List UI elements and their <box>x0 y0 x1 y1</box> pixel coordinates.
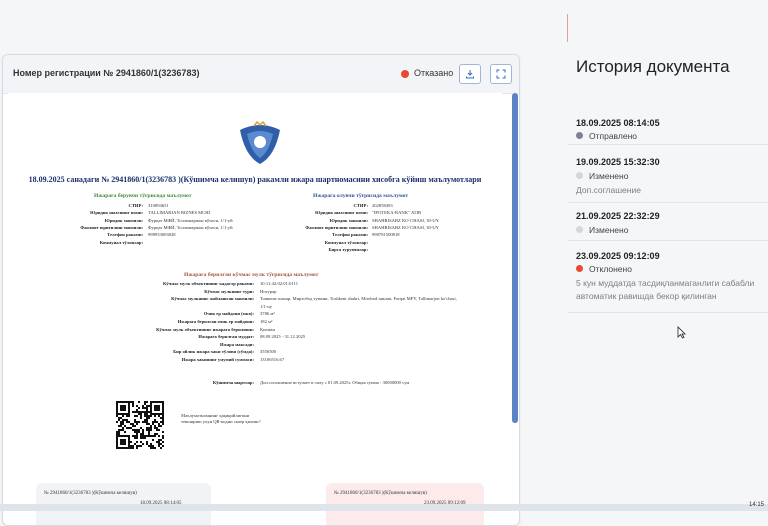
info-value: "IPOTEKA-BANK" ATIB <box>372 210 422 216</box>
card-title: № 2941860/1(3236783 )(Кўшимча келишув) <box>334 491 427 496</box>
info-label: Кўчмас мулкнинг жойлашган манзили: <box>171 296 254 302</box>
info-label: Очик ер майдони (мкв): <box>203 311 254 317</box>
info-label: Фаолият юритилиш манзили: <box>305 224 368 230</box>
info-value: 310894651 <box>148 203 169 208</box>
mouse-cursor-icon <box>677 326 686 339</box>
history-date: 23.09.2025 09:12:09 <box>576 251 660 261</box>
info-value: 998781500818 <box>372 232 400 238</box>
info-label: Кўчмас мулк объектининг кадастр раками: <box>163 281 254 286</box>
history-title: История документа <box>576 57 730 76</box>
registration-title: Номер регистрации № 2941860/1(3236783) <box>13 68 200 78</box>
history-item: 23.09.2025 09:12:09 Отклонено 5 кун мудд… <box>568 240 768 313</box>
status-dot <box>576 132 583 139</box>
info-label: СТИР: <box>353 203 368 208</box>
expand-icon <box>496 69 506 79</box>
extra-terms-value: Доп.соглашение вступает в силу с 01.09.2… <box>260 380 410 385</box>
info-label: Ижарага берилган муддат: <box>198 334 254 340</box>
info-value: 1/1-uy <box>260 303 272 309</box>
extra-terms-label: Кўшимча шартлар: <box>212 380 254 385</box>
info-value: 3550500 <box>260 349 277 355</box>
top-divider <box>567 14 568 42</box>
info-label: Кўчмас мулк объектининг ижарага берилиши… <box>156 326 254 332</box>
download-button[interactable] <box>459 64 481 84</box>
document-page: 18.09.2025 санадаги № 2941860/1(3236783 … <box>8 93 502 525</box>
info-value: SHAHRISABZ KO`CHASI, 30-UY <box>372 224 439 230</box>
history-item: 21.09.2025 22:32:29 Изменено <box>568 202 768 241</box>
info-value: 13106516.67 <box>260 357 285 362</box>
info-label: Кўчмас мулкнинг тури: <box>204 288 254 294</box>
document-scrollbar[interactable] <box>512 93 518 423</box>
history-note: Доп.соглашение <box>576 185 641 195</box>
history-item: 18.09.2025 08:14:05 Отправлено <box>568 108 768 145</box>
info-value: 998953003828 <box>148 232 176 238</box>
status-dot <box>576 265 583 272</box>
history-item: 19.09.2025 15:32:30 Изменено Доп.соглаше… <box>568 144 768 203</box>
info-label: Коммунал тўловлар: <box>324 239 368 245</box>
history-date: 18.09.2025 08:14:05 <box>576 118 660 128</box>
qr-caption: Маълумотномнинг ҳақиқийлигини текшириш у… <box>181 413 261 424</box>
info-value: TALLIMARJAN BIZNES MCHJ <box>148 210 211 216</box>
info-value: 202858493 <box>372 203 393 208</box>
taskbar-clock: 14:15 <box>748 502 764 508</box>
download-icon <box>466 70 474 79</box>
info-label: Юридик манзили: <box>329 217 368 223</box>
info-label: Юридик шахснинг номи: <box>315 210 368 216</box>
info-label: Бир ойлик ижара хаки тўлови (сўмда): <box>173 349 254 355</box>
panel-header: Номер регистрации № 2941860/1(3236783) О… <box>3 55 519 94</box>
card-title: № 2941860/1(3236783 )(Кўшимча келишув) <box>44 491 137 496</box>
history-note: 5 кун муддатда тасдиқланмаганлиги сабабл… <box>576 278 755 301</box>
status-dot <box>576 226 583 233</box>
qr-code <box>116 401 164 449</box>
info-label: Фаолият юритилиш манзили: <box>80 224 143 230</box>
history-status: Изменено <box>589 171 629 181</box>
scrollbar-thumb[interactable] <box>512 93 518 423</box>
history-date: 21.09.2025 22:32:29 <box>576 211 660 221</box>
property-section-title: Ижарага берилган кўчмас мулк тўғрисида м… <box>184 272 319 278</box>
info-value: 08.09.2025 - 31.12.2025 <box>260 334 306 340</box>
info-label: СТИР: <box>128 203 143 208</box>
info-label: Коммунал тўловлар: <box>99 239 143 245</box>
info-value: 10:11:42:02:01:0111 <box>260 281 299 286</box>
document-title: 18.09.2025 санадаги № 2941860/1(3236783 … <box>28 175 482 184</box>
status-dot <box>401 70 409 78</box>
info-value: 182 м² <box>260 319 273 324</box>
info-value: Тошкент шахар, Мирзобод тумани, Toshkent… <box>260 296 457 302</box>
taskbar: 14:15 <box>0 502 768 511</box>
history-date: 19.09.2025 15:32:30 <box>576 157 660 167</box>
lessee-section-title: Ижарага олувчи тўғрисида маълумот <box>313 193 409 199</box>
info-label: Юридик шахснинг номи: <box>90 210 143 216</box>
info-label: Ижарага берилган очик ер майдони: <box>177 319 254 324</box>
info-value: Қисман <box>260 326 275 332</box>
lessor-section-title: Ижарага берувчи тўғрисида маълумот <box>94 193 192 199</box>
history-status: Отправлено <box>589 131 637 141</box>
info-label: Бирга турувчилар: <box>328 246 368 252</box>
info-label: Ижара максади: <box>219 341 254 347</box>
info-value: SHAHRISABZ KO`CHASI, 30-UY <box>372 217 439 223</box>
status-dot <box>576 172 583 179</box>
info-label: Телефон раками: <box>107 232 143 238</box>
status-badge: Отказано <box>414 68 454 78</box>
info-label: Ижара хакининг умумий суммаси: <box>181 357 254 362</box>
emblem-logo <box>240 120 280 164</box>
history-status: Изменено <box>589 225 629 235</box>
history-status: Отклонено <box>589 264 632 274</box>
expand-button[interactable] <box>490 64 512 84</box>
info-label: Юридик манзили: <box>104 217 143 223</box>
info-value: Нотурар <box>260 288 277 294</box>
info-label: Телефон раками: <box>332 232 368 238</box>
info-value: 3786 м² <box>260 311 275 317</box>
document-preview-panel: Номер регистрации № 2941860/1(3236783) О… <box>2 54 520 526</box>
